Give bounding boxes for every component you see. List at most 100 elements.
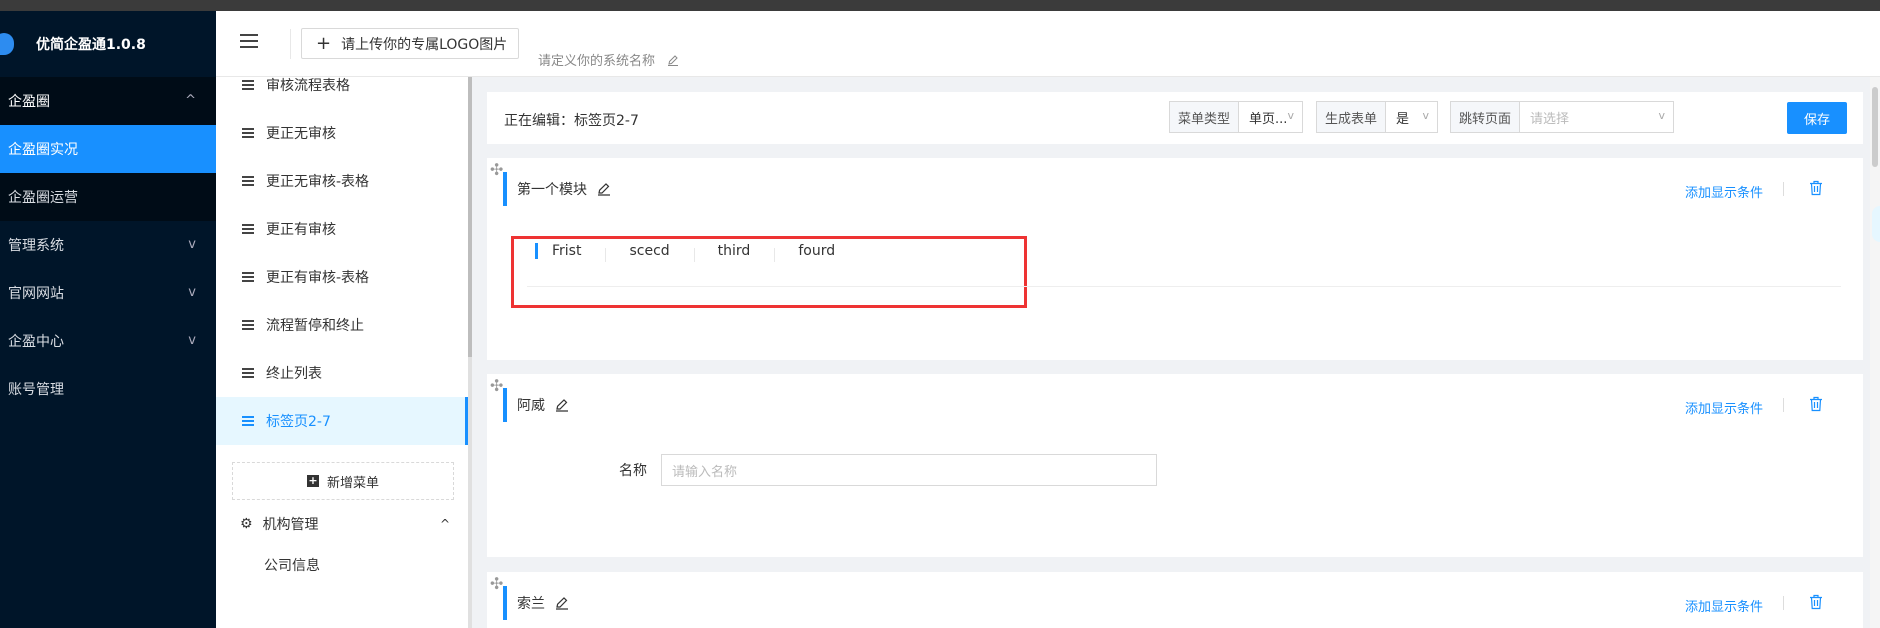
list-item-label: 标签页2-7 [266, 414, 331, 430]
name-input[interactable]: 请输入名称 [661, 454, 1157, 486]
jump-page-label: 跳转页面 [1451, 102, 1521, 132]
sidebar-item-qiyingquan[interactable]: 企盈圈 ^ [0, 77, 216, 125]
module-card: ✣ 索兰 添加显示条件 [487, 572, 1863, 628]
sidebar-item-label: 企盈圈实况 [8, 142, 78, 158]
jump-page-select[interactable]: 跳转页面 请选择 v [1450, 101, 1674, 133]
divider [1783, 182, 1784, 196]
sidebar-item-label: 管理系统 [8, 238, 64, 254]
scrollbar-thumb[interactable] [1872, 87, 1878, 167]
list-item[interactable]: 流程暂停和终止 [216, 301, 468, 349]
company-info-item[interactable]: 公司信息 [264, 555, 320, 575]
system-name-field[interactable]: 请定义你的系统名称 [538, 50, 679, 69]
list-item-label: 终止列表 [266, 366, 322, 382]
menu-list-panel: 审核流程表格 更正无审核 更正无审核-表格 更正有审核 更正有审核-表格 流程暂… [216, 77, 470, 628]
chevron-down-icon: v [1422, 109, 1429, 122]
org-management-section[interactable]: ⚙ 机构管理 ^ [240, 509, 450, 539]
list-item-active[interactable]: 标签页2-7 [216, 397, 468, 445]
menu-type-label: 菜单类型 [1170, 102, 1240, 132]
list-item[interactable]: 审核流程表格 [216, 77, 468, 109]
sidebar-item-label: 账号管理 [8, 382, 64, 398]
list-item-label: 更正无审核 [266, 126, 336, 142]
upload-logo-button[interactable]: + 请上传你的专属LOGO图片 [301, 28, 519, 59]
sidebar-item-center[interactable]: 企盈中心 v [0, 317, 216, 365]
sidebar-item-account[interactable]: 账号管理 [0, 365, 216, 413]
app-root: 优简企盈通1.0.8 企盈圈 ^ 企盈圈实况 企盈圈运营 管理系统 v 官网网站… [0, 0, 1880, 628]
chevron-down-icon: v [1287, 109, 1294, 122]
editor-toolbar: 正在编辑：标签页2-7 菜单类型 单页... v 生成表单 是v 跳转页面 请选择… [487, 92, 1863, 144]
menu-type-value[interactable]: 单页... v [1239, 102, 1302, 132]
list-icon [242, 368, 254, 378]
list-item-label: 审核流程表格 [266, 78, 350, 94]
brand: 优简企盈通1.0.8 [0, 11, 216, 77]
list-item[interactable]: 终止列表 [216, 349, 468, 397]
add-menu-button[interactable]: + 新增菜单 [232, 462, 454, 500]
list-item-label: 流程暂停和终止 [266, 318, 364, 334]
sidebar-item-label: 企盈圈运营 [8, 190, 78, 206]
list-item[interactable]: 更正有审核-表格 [216, 253, 468, 301]
sidebar-item-label: 企盈圈 [8, 94, 50, 110]
side-tab-handle[interactable] [1872, 206, 1880, 242]
list-icon [242, 176, 254, 186]
module-title-text: 索兰 [517, 596, 545, 612]
drag-handle-icon[interactable]: ✣ [490, 376, 503, 395]
drag-handle-icon[interactable]: ✣ [490, 574, 503, 593]
sidebar-item-label: 官网网站 [8, 286, 64, 302]
module-card: ✣ 第一个模块 添加显示条件 Frist scecd third fourd [487, 158, 1863, 360]
add-condition-link[interactable]: 添加显示条件 [1685, 398, 1763, 417]
menu-list-scrollbar[interactable] [468, 77, 472, 628]
chevron-down-icon: v [1658, 109, 1665, 122]
list-item-label: 更正有审核-表格 [266, 270, 370, 286]
sidebar-item-qiyingquan-live[interactable]: 企盈圈实况 [0, 125, 216, 173]
edit-pen-icon[interactable] [555, 596, 569, 610]
jump-page-placeholder: 请选择 [1530, 111, 1570, 127]
trash-icon[interactable] [1809, 180, 1823, 196]
jump-page-value[interactable]: 请选择 v [1520, 102, 1673, 132]
menu-collapse-icon[interactable] [240, 34, 258, 50]
edit-pen-icon[interactable] [597, 182, 611, 196]
trash-icon[interactable] [1809, 396, 1823, 412]
edit-pen-icon[interactable] [555, 398, 569, 412]
chevron-up-icon: ^ [439, 517, 450, 531]
upload-logo-label: 请上传你的专属LOGO图片 [341, 36, 508, 53]
list-item[interactable]: 更正无审核 [216, 109, 468, 157]
sidebar-item-website[interactable]: 官网网站 v [0, 269, 216, 317]
editing-title: 正在编辑：标签页2-7 [504, 113, 639, 129]
drag-handle-icon[interactable]: ✣ [490, 160, 503, 179]
tabs-row: Frist scecd third fourd [535, 236, 859, 266]
list-icon [242, 272, 254, 282]
add-condition-link[interactable]: 添加显示条件 [1685, 596, 1763, 615]
save-button[interactable]: 保存 [1787, 102, 1847, 134]
chevron-up-icon: ^ [185, 93, 196, 108]
tab-fourd[interactable]: fourd [774, 243, 859, 262]
top-header: + 请上传你的专属LOGO图片 请定义你的系统名称 [216, 11, 1880, 77]
sidebar-item-management-system[interactable]: 管理系统 v [0, 221, 216, 269]
list-item[interactable]: 更正无审核-表格 [216, 157, 468, 205]
tab-third[interactable]: third [693, 243, 775, 262]
name-field-row: 名称 请输入名称 [607, 454, 1157, 486]
gen-form-label: 生成表单 [1317, 102, 1387, 132]
tab-scecd[interactable]: scecd [605, 243, 693, 262]
list-item-label: 更正有审核 [266, 222, 336, 238]
module-title-text: 阿威 [517, 398, 545, 414]
list-icon [242, 320, 254, 330]
module-title: 阿威 [503, 388, 569, 422]
list-icon [242, 128, 254, 138]
tab-frist[interactable]: Frist [535, 243, 605, 259]
main-scrollbar[interactable] [1870, 77, 1880, 628]
gen-form-select[interactable]: 生成表单 是v [1316, 101, 1438, 133]
add-condition-link[interactable]: 添加显示条件 [1685, 182, 1763, 201]
module-card: ✣ 阿威 添加显示条件 名称 请输入名称 [487, 374, 1863, 557]
trash-icon[interactable] [1809, 594, 1823, 610]
list-icon [242, 224, 254, 234]
scrollbar-thumb[interactable] [468, 77, 472, 357]
edit-pen-icon[interactable] [667, 54, 679, 66]
menu-type-select[interactable]: 菜单类型 单页... v [1169, 101, 1303, 133]
sidebar-item-qiyingquan-ops[interactable]: 企盈圈运营 [0, 173, 216, 221]
chevron-down-icon: v [188, 333, 196, 348]
header-divider [290, 29, 291, 59]
plus-icon: + [316, 32, 332, 54]
list-item[interactable]: 更正有审核 [216, 205, 468, 253]
brand-name: 优简企盈通1.0.8 [36, 37, 146, 53]
gen-form-value[interactable]: 是v [1386, 102, 1437, 132]
module-title-text: 第一个模块 [517, 182, 587, 198]
